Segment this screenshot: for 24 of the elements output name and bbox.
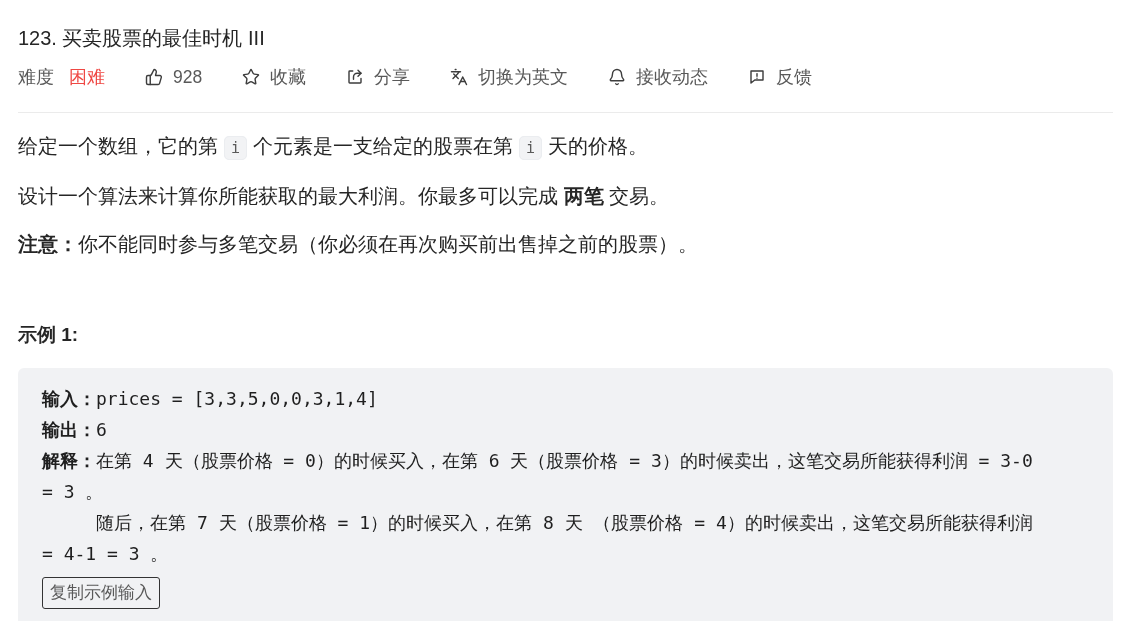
- example-heading: 示例 1:: [18, 323, 79, 347]
- toolbar-action[interactable]: 收藏: [242, 63, 307, 91]
- bell-icon: [608, 68, 627, 86]
- difficulty-label: 难度: [18, 65, 54, 89]
- star-icon: [242, 68, 261, 86]
- toolbar-action[interactable]: 分享: [346, 63, 411, 91]
- example-line: 输入：prices = [3,3,5,0,0,3,1,4]: [42, 387, 379, 411]
- example-line: 随后，在第 7 天（股票价格 = 1）的时候买入，在第 8 天 （股票价格 = 4）的时候卖出，这笔交易所能获得利润 = 4-1 = 3 。: [42, 511, 1034, 566]
- toolbar-action[interactable]: 反馈: [748, 63, 813, 91]
- description-text: 给定一个数组，它的第 i 个元素是一支给定的股票在第 i 天的价格。: [18, 131, 1113, 163]
- example-line: 输出：6: [42, 418, 108, 442]
- toolbar-action[interactable]: 切换为英文: [450, 63, 569, 91]
- toolbar-action[interactable]: 接收动态: [608, 63, 709, 91]
- copy-example-button[interactable]: 复制示例输入: [42, 577, 160, 609]
- thumbs-up-icon: [145, 68, 163, 86]
- problem-title: 123. 买卖股票的最佳时机 III: [18, 26, 265, 51]
- difficulty-value: 困难: [69, 65, 105, 89]
- description-text: 设计一个算法来计算你所能获取的最大利润。你最多可以完成 两笔 交易。: [18, 184, 671, 209]
- example-line: 解释：在第 4 天（股票价格 = 0）的时候买入，在第 6 天（股票价格 = 3）的时候卖出，这笔交易所能获得利润 = 3-0 = 3 。: [42, 449, 1034, 504]
- feedback-icon: [748, 68, 767, 86]
- description-text: 注意：你不能同时参与多笔交易（你必须在再次购买前出售掉之前的股票）。: [18, 232, 699, 257]
- share-icon: [346, 68, 365, 86]
- toolbar-action[interactable]: 928: [145, 63, 203, 91]
- translate-icon: [450, 68, 469, 86]
